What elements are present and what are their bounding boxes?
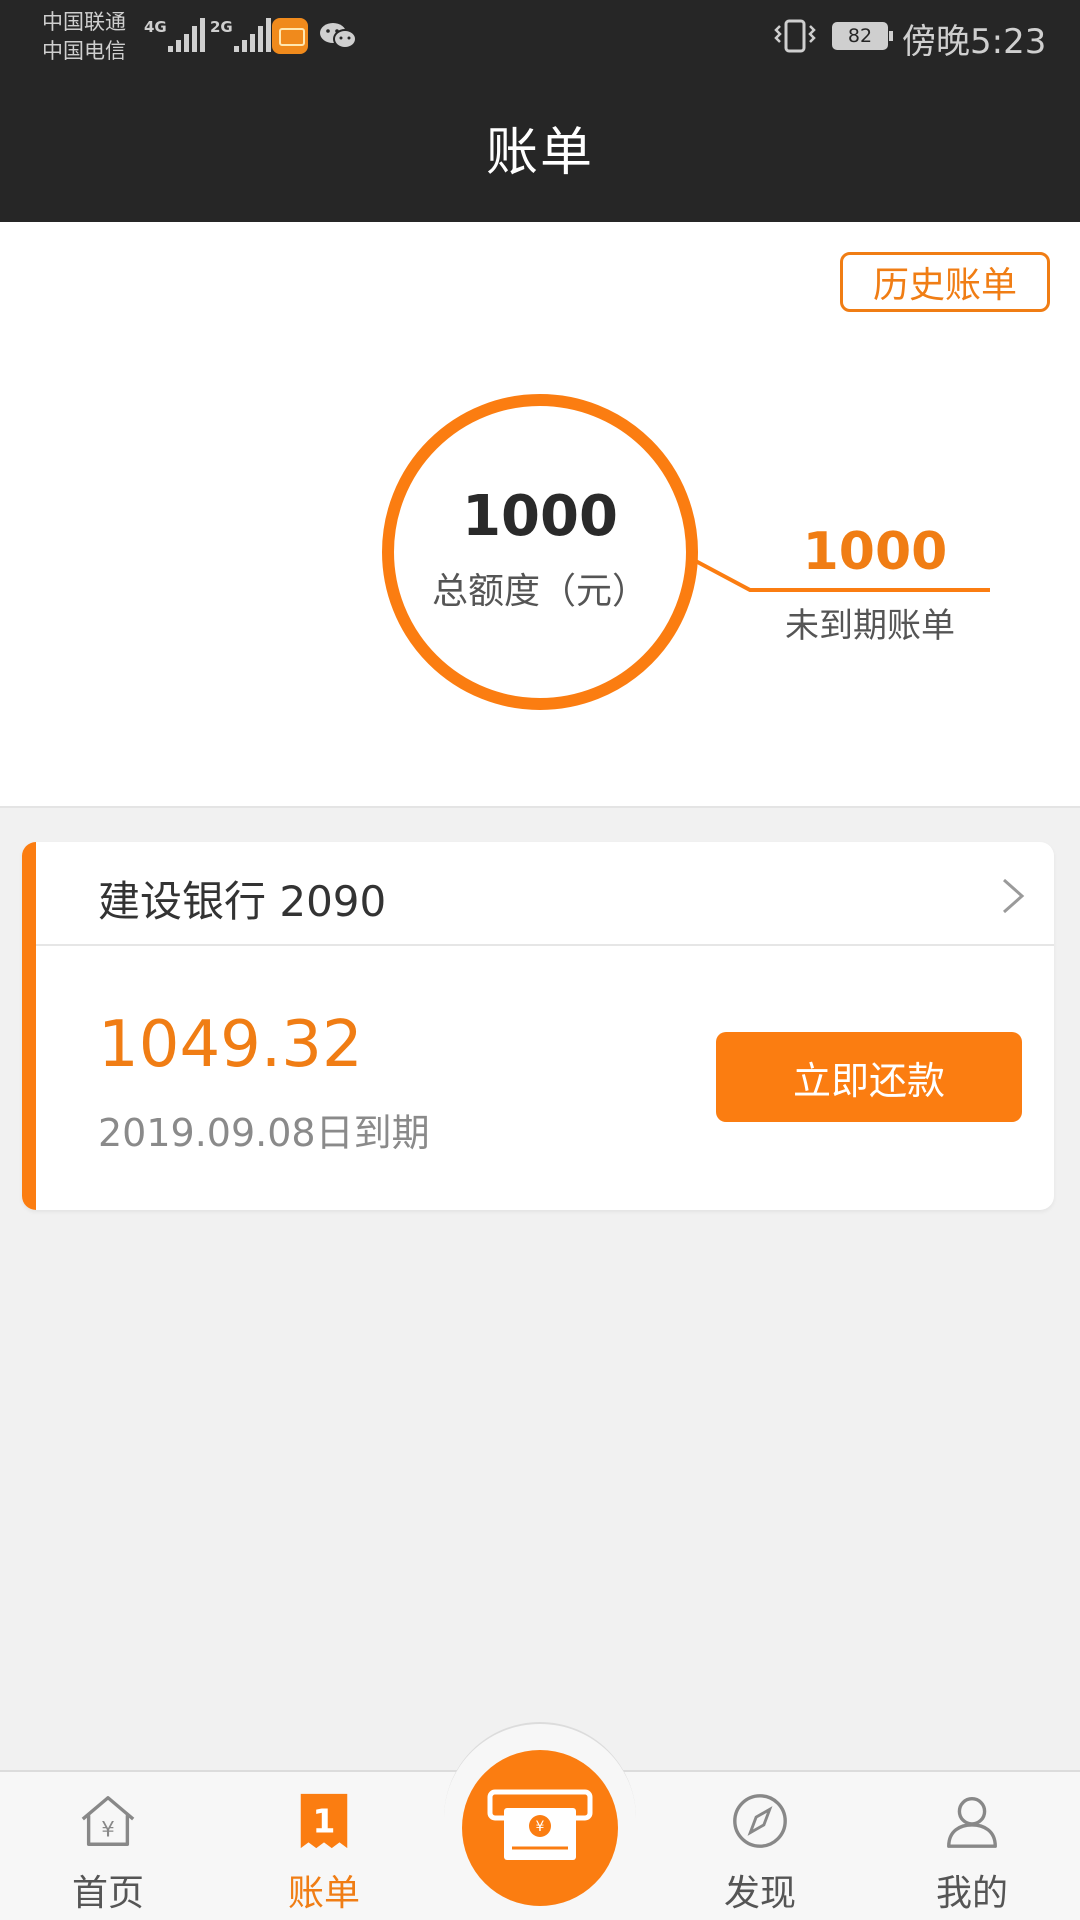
bank-row[interactable]: 建设银行 2090 — [36, 842, 1054, 946]
chevron-right-icon — [1003, 878, 1025, 914]
total-credit-value: 1000 — [462, 484, 618, 549]
battery-indicator: 82 — [832, 22, 893, 50]
home-yen-icon: ¥ — [81, 1796, 135, 1846]
svg-text:¥: ¥ — [536, 1819, 545, 1835]
tab-home-label: 首页 — [71, 1873, 144, 1914]
repay-now-button[interactable]: 立即还款 — [716, 1032, 1022, 1122]
title-bar: 账单 — [0, 72, 1080, 222]
signal-4g-icon: 4G — [144, 14, 205, 52]
bill-amount: 1049.32 — [98, 1008, 363, 1082]
network-type-1: 4G — [144, 18, 167, 36]
tab-discover-label: 发现 — [723, 1873, 796, 1914]
cash-machine-icon: ¥ — [487, 1789, 593, 1860]
undue-bill-value: 1000 — [802, 522, 948, 582]
bill-icon: 1 — [300, 1793, 348, 1849]
tab-mine[interactable]: 我的 — [902, 1790, 1042, 1916]
total-credit-label: 总额度（元） — [431, 571, 648, 612]
history-bills-button[interactable]: 历史账单 — [840, 252, 1050, 312]
total-credit-ring — [382, 394, 698, 710]
clock: 傍晚5:23 — [902, 22, 1047, 62]
bank-name: 建设银行 2090 — [98, 877, 387, 926]
tab-home[interactable]: ¥ 首页 — [38, 1790, 178, 1916]
compass-icon — [733, 1794, 787, 1848]
svg-text:1: 1 — [313, 1802, 336, 1841]
signal-2g-icon: 2G — [210, 14, 271, 52]
cash-center-button[interactable]: ¥ — [462, 1750, 618, 1906]
app-notification-icon — [272, 18, 308, 54]
page-title: 账单 — [485, 122, 594, 183]
wechat-icon — [320, 23, 357, 49]
tab-bill[interactable]: 1 账单 — [254, 1790, 394, 1916]
carrier-1: 中国联通 — [42, 10, 126, 34]
user-icon — [947, 1797, 997, 1848]
card-accent-bar — [22, 842, 36, 1210]
vibrate-icon — [774, 19, 816, 53]
tab-mine-label: 我的 — [935, 1873, 1008, 1914]
tab-bill-label: 账单 — [287, 1873, 360, 1914]
status-bar: 中国联通 中国电信 4G 2G 82 傍晚5:23 — [0, 0, 1080, 72]
tab-discover[interactable]: 发现 — [690, 1790, 830, 1916]
credit-summary: 历史账单 1000 总额度（元） 1000 未到期账单 — [0, 222, 1080, 808]
bill-card: 建设银行 2090 1049.32 2019.09.08日到期 立即还款 — [22, 842, 1054, 1210]
bill-due-date: 2019.09.08日到期 — [98, 1111, 430, 1155]
network-type-2: 2G — [210, 18, 233, 36]
svg-text:¥: ¥ — [101, 1818, 115, 1843]
carrier-2: 中国电信 — [42, 39, 126, 63]
undue-bill-label: 未到期账单 — [785, 606, 955, 646]
carrier-names: 中国联通 中国电信 — [42, 8, 126, 66]
